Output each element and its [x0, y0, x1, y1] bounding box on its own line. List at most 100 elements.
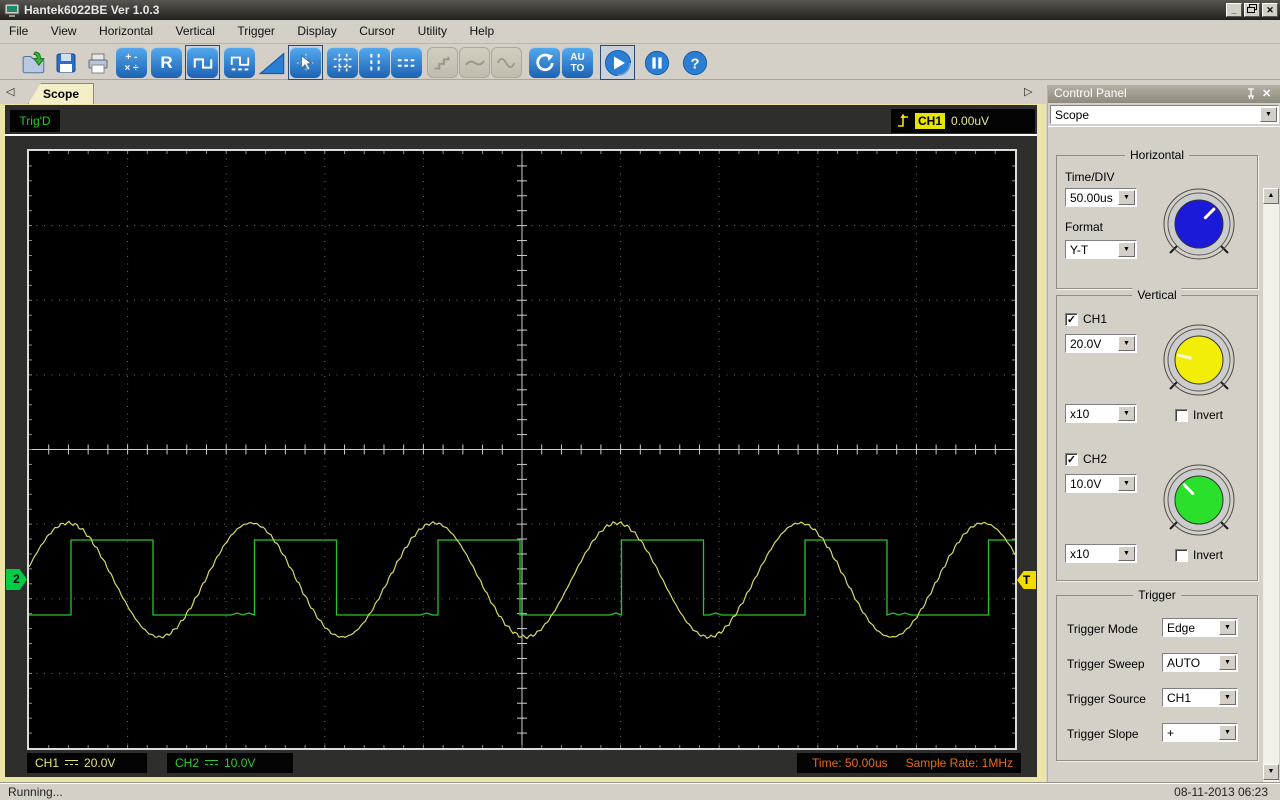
- step-wave-icon: [434, 56, 450, 70]
- status-text: Running...: [8, 785, 63, 799]
- scope-panel: Trig'D CH1 0.00uV 2 T CH1 20.0V CH2 10.0…: [5, 105, 1037, 777]
- waveform-display: [29, 151, 1015, 748]
- smooth-wave-button[interactable]: [459, 47, 490, 78]
- window-title: Hantek6022BE Ver 1.0.3: [24, 3, 160, 17]
- help-button[interactable]: ?: [679, 47, 710, 78]
- menu-file[interactable]: File: [0, 20, 37, 43]
- pause-button[interactable]: [641, 47, 672, 78]
- tab-scope[interactable]: Scope: [28, 83, 94, 104]
- menubar: File View Horizontal Vertical Trigger Di…: [0, 20, 1280, 44]
- ch1-invert-checkbox[interactable]: Invert: [1175, 408, 1223, 422]
- tab-scroll-right-icon[interactable]: ▷: [1024, 86, 1032, 98]
- chevron-down-icon[interactable]: ▼: [1219, 620, 1236, 635]
- format-dropdown[interactable]: Y-T ▼: [1065, 240, 1137, 259]
- chevron-down-icon[interactable]: ▼: [1118, 476, 1135, 491]
- ch2-position-knob[interactable]: [1157, 458, 1241, 542]
- play-icon: [604, 49, 631, 76]
- menu-view[interactable]: View: [42, 20, 86, 43]
- trigger-level-value: 0.00uV: [951, 114, 990, 128]
- reference-button[interactable]: R: [151, 47, 182, 78]
- horizontal-knob[interactable]: [1157, 182, 1241, 266]
- pin-icon[interactable]: [1246, 87, 1260, 105]
- restore-button[interactable]: [1244, 3, 1260, 17]
- horizontal-cursors-icon: [397, 58, 416, 67]
- minimize-button[interactable]: _: [1226, 3, 1242, 17]
- panel-selector-dropdown[interactable]: Scope ▼: [1050, 105, 1279, 124]
- ch2-invert-checkbox[interactable]: Invert: [1175, 548, 1223, 562]
- trigger-source-dropdown[interactable]: CH1 ▼: [1162, 688, 1238, 707]
- ch2-position-marker[interactable]: 2: [6, 569, 27, 590]
- trigger-mode-dropdown[interactable]: Edge ▼: [1162, 618, 1238, 637]
- menu-trigger[interactable]: Trigger: [228, 20, 284, 43]
- print-icon: [88, 53, 107, 73]
- horizontal-group: Horizontal Time/DIV 50.00us ▼ Format Y-T…: [1056, 148, 1258, 289]
- menu-utility[interactable]: Utility: [409, 20, 456, 43]
- panel-close-icon[interactable]: ✕: [1262, 87, 1276, 100]
- chevron-down-icon[interactable]: ▼: [1219, 655, 1236, 670]
- menu-horizontal[interactable]: Horizontal: [90, 20, 162, 43]
- dc-coupling-icon: [65, 759, 79, 767]
- step-wave-button[interactable]: [427, 47, 458, 78]
- ch2-enable-checkbox[interactable]: ✓ CH2: [1065, 452, 1107, 466]
- ch1-enable-checkbox[interactable]: ✓ CH1: [1065, 312, 1107, 326]
- menu-display[interactable]: Display: [288, 20, 345, 43]
- vertical-cursors-icon: [369, 53, 380, 72]
- titlebar: Hantek6022BE Ver 1.0.3 _ ✕: [0, 0, 1280, 20]
- trigger-readout: CH1 0.00uV: [891, 109, 1035, 133]
- pause-icon: [644, 50, 669, 75]
- trigger-group: Trigger Trigger Mode Edge ▼ Trigger Swee…: [1056, 588, 1258, 761]
- chevron-down-icon[interactable]: ▼: [1118, 190, 1135, 205]
- pulse-ch1-icon: [193, 57, 212, 69]
- start-button[interactable]: [600, 45, 635, 80]
- autoset-button[interactable]: AU TO: [562, 47, 593, 78]
- smooth-wave-icon: [464, 59, 485, 66]
- open-icon: [22, 51, 45, 73]
- close-button[interactable]: ✕: [1262, 3, 1278, 17]
- trigger-sweep-dropdown[interactable]: AUTO ▼: [1162, 653, 1238, 672]
- ch2-volt-div-dropdown[interactable]: 10.0V ▼: [1065, 474, 1137, 493]
- ch1-probe-dropdown[interactable]: x10 ▼: [1065, 404, 1137, 423]
- control-panel-content: Horizontal Time/DIV 50.00us ▼ Format Y-T…: [1048, 126, 1280, 800]
- ramp-button[interactable]: [256, 47, 287, 78]
- chevron-down-icon[interactable]: ▼: [1118, 546, 1135, 561]
- ch1-position-knob[interactable]: [1157, 318, 1241, 402]
- channel1-waveform-button[interactable]: [185, 45, 220, 80]
- restore-icon: [1247, 4, 1257, 13]
- cross-cursor-button[interactable]: [327, 47, 358, 78]
- refresh-icon: [535, 53, 554, 71]
- sine-wave-button[interactable]: [491, 47, 522, 78]
- ch1-readout: CH1 20.0V: [27, 753, 147, 773]
- refresh-button[interactable]: [529, 47, 560, 78]
- status-datetime: 08-11-2013 06:23: [1174, 785, 1268, 799]
- chevron-down-icon[interactable]: ▼: [1118, 406, 1135, 421]
- save-icon: [56, 53, 75, 72]
- scroll-up-icon[interactable]: ▲: [1263, 188, 1279, 204]
- tab-scroll-left-icon[interactable]: ◁: [6, 86, 14, 98]
- time-div-dropdown[interactable]: 50.00us ▼: [1065, 188, 1137, 207]
- trigger-level-marker[interactable]: T: [1017, 571, 1036, 589]
- menu-cursor[interactable]: Cursor: [350, 20, 404, 43]
- menu-help[interactable]: Help: [460, 20, 503, 43]
- chevron-down-icon[interactable]: ▼: [1219, 725, 1236, 740]
- channel2-waveform-button[interactable]: [224, 47, 255, 78]
- menu-vertical[interactable]: Vertical: [167, 20, 224, 43]
- chevron-down-icon[interactable]: ▼: [1118, 242, 1135, 257]
- sine-wave-icon: [496, 57, 515, 68]
- cursor-button[interactable]: [288, 45, 323, 80]
- scrollbar-track[interactable]: [1263, 204, 1279, 800]
- math-button[interactable]: + - × ÷: [116, 47, 147, 78]
- chevron-down-icon[interactable]: ▼: [1219, 690, 1236, 705]
- vertical-cursors-button[interactable]: [359, 47, 390, 78]
- trigger-slope-dropdown[interactable]: + ▼: [1162, 723, 1238, 742]
- horizontal-cursors-button[interactable]: [391, 47, 422, 78]
- open-button[interactable]: [18, 47, 49, 78]
- chevron-down-icon[interactable]: ▼: [1260, 107, 1277, 122]
- save-button[interactable]: [50, 47, 81, 78]
- chevron-down-icon[interactable]: ▼: [1118, 336, 1135, 351]
- app-icon: [4, 3, 20, 17]
- ch2-probe-dropdown[interactable]: x10 ▼: [1065, 544, 1137, 563]
- print-button[interactable]: [82, 47, 113, 78]
- scroll-down-icon[interactable]: ▼: [1263, 764, 1279, 780]
- ch1-volt-div-dropdown[interactable]: 20.0V ▼: [1065, 334, 1137, 353]
- scope-area: Trig'D CH1 0.00uV 2 T CH1 20.0V CH2 10.0…: [0, 104, 1046, 782]
